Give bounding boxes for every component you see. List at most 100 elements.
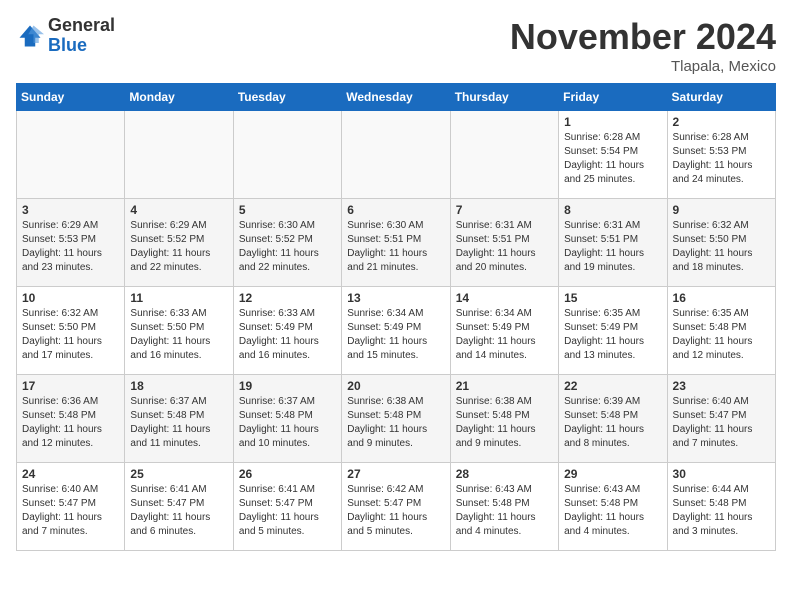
day-number: 22 bbox=[564, 379, 661, 393]
day-info: Sunrise: 6:28 AM Sunset: 5:54 PM Dayligh… bbox=[564, 131, 661, 187]
calendar-cell: 17Sunrise: 6:36 AM Sunset: 5:48 PM Dayli… bbox=[17, 375, 125, 463]
day-number: 11 bbox=[130, 291, 227, 305]
calendar-cell: 22 Sunrise: 6:39 AM Sunset: 5:48 PM Dayli… bbox=[559, 375, 667, 463]
calendar-cell: 18 Sunrise: 6:37 AM Sunset: 5:48 PM Dayli… bbox=[125, 375, 233, 463]
calendar-cell: 6 Sunrise: 6:30 AM Sunset: 5:51 PM Daylig… bbox=[342, 199, 450, 287]
day-number: 4 bbox=[130, 203, 227, 217]
location: Tlapala, Mexico bbox=[510, 58, 776, 75]
calendar-cell: 13Sunrise: 6:34 AM Sunset: 5:49 PM Dayli… bbox=[342, 287, 450, 375]
day-number: 2 bbox=[673, 115, 770, 129]
calendar-cell: 8Sunrise: 6:31 AM Sunset: 5:51 PM Daylig… bbox=[559, 199, 667, 287]
day-info: Sunrise: 6:36 AM Sunset: 5:48 PM Dayligh… bbox=[22, 395, 119, 451]
day-info: Sunrise: 6:41 AM Sunset: 5:47 PM Dayligh… bbox=[130, 483, 227, 539]
calendar-week-1: 1 Sunrise: 6:28 AM Sunset: 5:54 PM Daylig… bbox=[17, 111, 776, 199]
day-info: Sunrise: 6:35 AM Sunset: 5:48 PM Dayligh… bbox=[673, 307, 770, 363]
day-info: Sunrise: 6:43 AM Sunset: 5:48 PM Dayligh… bbox=[456, 483, 553, 539]
header-tuesday: Tuesday bbox=[233, 84, 341, 111]
calendar-cell: 25 Sunrise: 6:41 AM Sunset: 5:47 PM Dayli… bbox=[125, 463, 233, 551]
day-info: Sunrise: 6:37 AM Sunset: 5:48 PM Dayligh… bbox=[239, 395, 336, 451]
day-info: Sunrise: 6:44 AM Sunset: 5:48 PM Dayligh… bbox=[673, 483, 770, 539]
day-number: 9 bbox=[673, 203, 770, 217]
calendar-cell: 30 Sunrise: 6:44 AM Sunset: 5:48 PM Dayli… bbox=[667, 463, 775, 551]
day-info: Sunrise: 6:32 AM Sunset: 5:50 PM Dayligh… bbox=[673, 219, 770, 275]
calendar-cell: 23Sunrise: 6:40 AM Sunset: 5:47 PM Dayli… bbox=[667, 375, 775, 463]
header-thursday: Thursday bbox=[450, 84, 558, 111]
calendar-cell: 27Sunrise: 6:42 AM Sunset: 5:47 PM Dayli… bbox=[342, 463, 450, 551]
day-info: Sunrise: 6:37 AM Sunset: 5:48 PM Dayligh… bbox=[130, 395, 227, 451]
calendar-cell: 11 Sunrise: 6:33 AM Sunset: 5:50 PM Dayli… bbox=[125, 287, 233, 375]
calendar-body: 1 Sunrise: 6:28 AM Sunset: 5:54 PM Daylig… bbox=[17, 111, 776, 551]
day-number: 16 bbox=[673, 291, 770, 305]
calendar-header: Sunday Monday Tuesday Wednesday Thursday… bbox=[17, 84, 776, 111]
calendar-table: Sunday Monday Tuesday Wednesday Thursday… bbox=[16, 83, 776, 551]
day-info: Sunrise: 6:38 AM Sunset: 5:48 PM Dayligh… bbox=[347, 395, 444, 451]
day-info: Sunrise: 6:38 AM Sunset: 5:48 PM Dayligh… bbox=[456, 395, 553, 451]
calendar-week-2: 3 Sunrise: 6:29 AM Sunset: 5:53 PM Daylig… bbox=[17, 199, 776, 287]
day-number: 6 bbox=[347, 203, 444, 217]
day-number: 12 bbox=[239, 291, 336, 305]
day-info: Sunrise: 6:35 AM Sunset: 5:49 PM Dayligh… bbox=[564, 307, 661, 363]
day-info: Sunrise: 6:28 AM Sunset: 5:53 PM Dayligh… bbox=[673, 131, 770, 187]
header-sunday: Sunday bbox=[17, 84, 125, 111]
logo-text: General Blue bbox=[48, 16, 115, 56]
calendar-cell: 16 Sunrise: 6:35 AM Sunset: 5:48 PM Dayli… bbox=[667, 287, 775, 375]
calendar-cell: 2 Sunrise: 6:28 AM Sunset: 5:53 PM Daylig… bbox=[667, 111, 775, 199]
day-number: 24 bbox=[22, 467, 119, 481]
logo: General Blue bbox=[16, 16, 115, 56]
header-monday: Monday bbox=[125, 84, 233, 111]
day-number: 21 bbox=[456, 379, 553, 393]
day-info: Sunrise: 6:43 AM Sunset: 5:48 PM Dayligh… bbox=[564, 483, 661, 539]
calendar-cell: 20Sunrise: 6:38 AM Sunset: 5:48 PM Dayli… bbox=[342, 375, 450, 463]
day-info: Sunrise: 6:42 AM Sunset: 5:47 PM Dayligh… bbox=[347, 483, 444, 539]
calendar-week-4: 17Sunrise: 6:36 AM Sunset: 5:48 PM Dayli… bbox=[17, 375, 776, 463]
day-info: Sunrise: 6:41 AM Sunset: 5:47 PM Dayligh… bbox=[239, 483, 336, 539]
day-info: Sunrise: 6:30 AM Sunset: 5:52 PM Dayligh… bbox=[239, 219, 336, 275]
day-number: 10 bbox=[22, 291, 119, 305]
day-info: Sunrise: 6:33 AM Sunset: 5:50 PM Dayligh… bbox=[130, 307, 227, 363]
calendar-cell: 3 Sunrise: 6:29 AM Sunset: 5:53 PM Daylig… bbox=[17, 199, 125, 287]
calendar-cell bbox=[17, 111, 125, 199]
day-number: 7 bbox=[456, 203, 553, 217]
calendar-cell bbox=[342, 111, 450, 199]
day-number: 8 bbox=[564, 203, 661, 217]
day-number: 28 bbox=[456, 467, 553, 481]
calendar-cell: 10Sunrise: 6:32 AM Sunset: 5:50 PM Dayli… bbox=[17, 287, 125, 375]
logo-icon bbox=[16, 22, 44, 50]
calendar-cell: 14Sunrise: 6:34 AM Sunset: 5:49 PM Dayli… bbox=[450, 287, 558, 375]
day-info: Sunrise: 6:29 AM Sunset: 5:53 PM Dayligh… bbox=[22, 219, 119, 275]
calendar-cell bbox=[450, 111, 558, 199]
calendar-cell: 4 Sunrise: 6:29 AM Sunset: 5:52 PM Daylig… bbox=[125, 199, 233, 287]
day-info: Sunrise: 6:34 AM Sunset: 5:49 PM Dayligh… bbox=[347, 307, 444, 363]
day-number: 18 bbox=[130, 379, 227, 393]
day-number: 3 bbox=[22, 203, 119, 217]
calendar-cell: 12 Sunrise: 6:33 AM Sunset: 5:49 PM Dayli… bbox=[233, 287, 341, 375]
day-number: 15 bbox=[564, 291, 661, 305]
calendar-cell: 1 Sunrise: 6:28 AM Sunset: 5:54 PM Daylig… bbox=[559, 111, 667, 199]
header-wednesday: Wednesday bbox=[342, 84, 450, 111]
day-number: 30 bbox=[673, 467, 770, 481]
calendar-cell: 5 Sunrise: 6:30 AM Sunset: 5:52 PM Daylig… bbox=[233, 199, 341, 287]
header-saturday: Saturday bbox=[667, 84, 775, 111]
calendar-cell: 15 Sunrise: 6:35 AM Sunset: 5:49 PM Dayli… bbox=[559, 287, 667, 375]
header-row: Sunday Monday Tuesday Wednesday Thursday… bbox=[17, 84, 776, 111]
day-info: Sunrise: 6:29 AM Sunset: 5:52 PM Dayligh… bbox=[130, 219, 227, 275]
calendar-cell: 21 Sunrise: 6:38 AM Sunset: 5:48 PM Dayli… bbox=[450, 375, 558, 463]
calendar-cell: 24Sunrise: 6:40 AM Sunset: 5:47 PM Dayli… bbox=[17, 463, 125, 551]
day-number: 25 bbox=[130, 467, 227, 481]
calendar-cell bbox=[233, 111, 341, 199]
header-friday: Friday bbox=[559, 84, 667, 111]
day-info: Sunrise: 6:33 AM Sunset: 5:49 PM Dayligh… bbox=[239, 307, 336, 363]
page-header: General Blue November 2024 Tlapala, Mexi… bbox=[16, 16, 776, 75]
day-number: 1 bbox=[564, 115, 661, 129]
day-number: 14 bbox=[456, 291, 553, 305]
day-number: 5 bbox=[239, 203, 336, 217]
day-number: 23 bbox=[673, 379, 770, 393]
day-number: 29 bbox=[564, 467, 661, 481]
calendar-cell: 9 Sunrise: 6:32 AM Sunset: 5:50 PM Daylig… bbox=[667, 199, 775, 287]
day-info: Sunrise: 6:39 AM Sunset: 5:48 PM Dayligh… bbox=[564, 395, 661, 451]
day-info: Sunrise: 6:30 AM Sunset: 5:51 PM Dayligh… bbox=[347, 219, 444, 275]
logo-general-text: General bbox=[48, 16, 115, 36]
calendar-cell: 26Sunrise: 6:41 AM Sunset: 5:47 PM Dayli… bbox=[233, 463, 341, 551]
day-number: 19 bbox=[239, 379, 336, 393]
month-title: November 2024 bbox=[510, 16, 776, 58]
